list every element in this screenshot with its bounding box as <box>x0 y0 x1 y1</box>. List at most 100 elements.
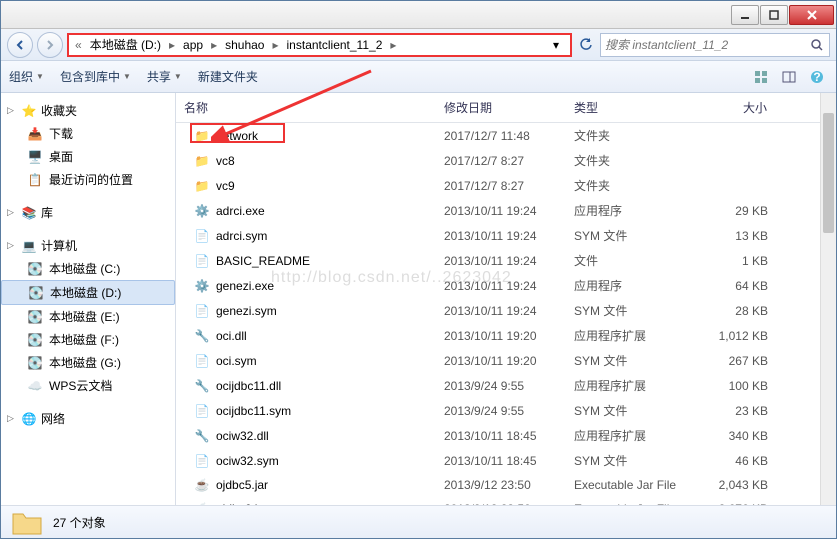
sidebar-drive-c[interactable]: 💽本地磁盘 (C:) <box>1 257 175 280</box>
file-size: 340 KB <box>686 427 776 445</box>
file-icon: 📄 <box>194 228 210 244</box>
file-date: 2013/9/24 9:55 <box>436 377 566 395</box>
file-name: ociw32.dll <box>216 429 269 443</box>
file-name: ocijdbc11.sym <box>216 404 291 418</box>
column-headers: 名称 修改日期 类型 大小 <box>176 93 836 123</box>
file-row[interactable]: ☕ojdbc6.jar2013/9/12 23:50Executable Jar… <box>176 497 836 505</box>
folder-icon: 📁 <box>194 178 210 194</box>
sidebar-downloads[interactable]: 📥下载 <box>1 122 175 145</box>
file-row[interactable]: 🔧ociw32.dll2013/10/11 18:45应用程序扩展340 KB <box>176 423 836 448</box>
file-size: 46 KB <box>686 452 776 470</box>
file-row[interactable]: ⚙️genezi.exe2013/10/11 19:24应用程序64 KB <box>176 273 836 298</box>
close-button[interactable] <box>789 5 834 25</box>
file-row[interactable]: 📄ocijdbc11.sym2013/9/24 9:55SYM 文件23 KB <box>176 398 836 423</box>
view-options-button[interactable] <box>750 66 772 88</box>
file-type: SYM 文件 <box>566 225 686 246</box>
sidebar-drive-g[interactable]: 💽本地磁盘 (G:) <box>1 351 175 374</box>
column-name[interactable]: 名称 <box>176 93 436 122</box>
file-row[interactable]: 📄BASIC_README2013/10/11 19:24文件1 KB <box>176 248 836 273</box>
sidebar-drive-d[interactable]: 💽本地磁盘 (D:) <box>1 280 175 305</box>
file-type: 应用程序 <box>566 200 686 221</box>
file-size: 1 KB <box>686 252 776 270</box>
sidebar-drive-f[interactable]: 💽本地磁盘 (F:) <box>1 328 175 351</box>
sidebar-network[interactable]: ▷🌐网络 <box>1 407 175 430</box>
crumb-2[interactable]: shuhao <box>221 36 268 54</box>
file-size: 2,043 KB <box>686 476 776 494</box>
exe-icon: ⚙️ <box>194 203 210 219</box>
navigation-sidebar[interactable]: ▷⭐收藏夹 📥下载 🖥️桌面 📋最近访问的位置 ▷📚库 ▷💻计算机 💽本地磁盘 … <box>1 93 176 505</box>
crumb-1[interactable]: app <box>179 36 207 54</box>
file-icon: 📄 <box>194 303 210 319</box>
drive-icon: 💽 <box>27 355 43 371</box>
breadcrumb: « 本地磁盘 (D:) ▸ app ▸ shuhao ▸ instantclie… <box>73 34 398 55</box>
column-date[interactable]: 修改日期 <box>436 93 566 122</box>
file-row[interactable]: 📄genezi.sym2013/10/11 19:24SYM 文件28 KB <box>176 298 836 323</box>
file-size: 28 KB <box>686 302 776 320</box>
chevron-right-icon: ▸ <box>270 38 280 52</box>
help-button[interactable]: ? <box>806 66 828 88</box>
chevron-right-icon: ▸ <box>167 38 177 52</box>
file-type: 文件夹 <box>566 175 686 196</box>
file-row[interactable]: 🔧ocijdbc11.dll2013/9/24 9:55应用程序扩展100 KB <box>176 373 836 398</box>
cloud-icon: ☁️ <box>27 378 43 394</box>
jar-icon: ☕ <box>194 477 210 493</box>
chevron-right-icon: ▸ <box>388 38 398 52</box>
sidebar-favorites[interactable]: ▷⭐收藏夹 <box>1 99 175 122</box>
breadcrumb-bar[interactable]: « 本地磁盘 (D:) ▸ app ▸ shuhao ▸ instantclie… <box>67 33 572 57</box>
sidebar-recent[interactable]: 📋最近访问的位置 <box>1 168 175 191</box>
crumb-0[interactable]: 本地磁盘 (D:) <box>86 34 165 55</box>
file-row[interactable]: 📁network2017/12/7 11:48文件夹 <box>176 123 836 148</box>
search-box[interactable] <box>600 33 830 57</box>
column-type[interactable]: 类型 <box>566 93 686 122</box>
organize-menu[interactable]: 组织▼ <box>9 68 44 85</box>
file-size <box>686 134 776 138</box>
file-date: 2013/9/12 23:50 <box>436 500 566 505</box>
file-row[interactable]: 📄oci.sym2013/10/11 19:20SYM 文件267 KB <box>176 348 836 373</box>
file-date: 2013/10/11 19:24 <box>436 252 566 270</box>
column-size[interactable]: 大小 <box>686 93 776 122</box>
file-row[interactable]: 📄ociw32.sym2013/10/11 18:45SYM 文件46 KB <box>176 448 836 473</box>
file-row[interactable]: 📁vc82017/12/7 8:27文件夹 <box>176 148 836 173</box>
file-name: ociw32.sym <box>216 454 279 468</box>
file-row[interactable]: ⚙️adrci.exe2013/10/11 19:24应用程序29 KB <box>176 198 836 223</box>
folder-icon <box>11 510 43 536</box>
sidebar-wps-cloud[interactable]: ☁️WPS云文档 <box>1 374 175 397</box>
library-icon: 📚 <box>21 205 37 221</box>
crumb-3[interactable]: instantclient_11_2 <box>283 36 387 54</box>
maximize-button[interactable] <box>760 5 788 25</box>
file-date: 2017/12/7 8:27 <box>436 177 566 195</box>
drive-icon: 💽 <box>27 332 43 348</box>
sidebar-computer[interactable]: ▷💻计算机 <box>1 234 175 257</box>
search-input[interactable] <box>605 38 805 52</box>
file-row[interactable]: 📁vc92017/12/7 8:27文件夹 <box>176 173 836 198</box>
new-folder-button[interactable]: 新建文件夹 <box>198 68 258 85</box>
dropdown-history-button[interactable]: ▾ <box>546 35 566 55</box>
sidebar-drive-e[interactable]: 💽本地磁盘 (E:) <box>1 305 175 328</box>
sidebar-desktop[interactable]: 🖥️桌面 <box>1 145 175 168</box>
file-row[interactable]: ☕ojdbc5.jar2013/9/12 23:50Executable Jar… <box>176 473 836 497</box>
computer-icon: 💻 <box>21 238 37 254</box>
scrollbar-thumb[interactable] <box>823 113 834 233</box>
file-size: 100 KB <box>686 377 776 395</box>
file-date: 2013/10/11 19:24 <box>436 302 566 320</box>
file-name: adrci.exe <box>216 204 265 218</box>
file-type: SYM 文件 <box>566 450 686 471</box>
minimize-button[interactable] <box>731 5 759 25</box>
file-date: 2013/10/11 19:20 <box>436 352 566 370</box>
file-icon: 📄 <box>194 353 210 369</box>
file-list[interactable]: 名称 修改日期 类型 大小 📁network2017/12/7 11:48文件夹… <box>176 93 836 505</box>
include-in-library-menu[interactable]: 包含到库中▼ <box>60 68 131 85</box>
back-button[interactable] <box>7 32 33 58</box>
file-size: 64 KB <box>686 277 776 295</box>
file-row[interactable]: 📄adrci.sym2013/10/11 19:24SYM 文件13 KB <box>176 223 836 248</box>
vertical-scrollbar[interactable] <box>820 93 836 505</box>
preview-pane-button[interactable] <box>778 66 800 88</box>
file-date: 2013/10/11 19:20 <box>436 327 566 345</box>
refresh-button[interactable] <box>576 35 596 55</box>
share-menu[interactable]: 共享▼ <box>147 68 182 85</box>
sidebar-libraries[interactable]: ▷📚库 <box>1 201 175 224</box>
forward-button[interactable] <box>37 32 63 58</box>
file-icon: 📄 <box>194 403 210 419</box>
file-size <box>686 159 776 163</box>
file-row[interactable]: 🔧oci.dll2013/10/11 19:20应用程序扩展1,012 KB <box>176 323 836 348</box>
